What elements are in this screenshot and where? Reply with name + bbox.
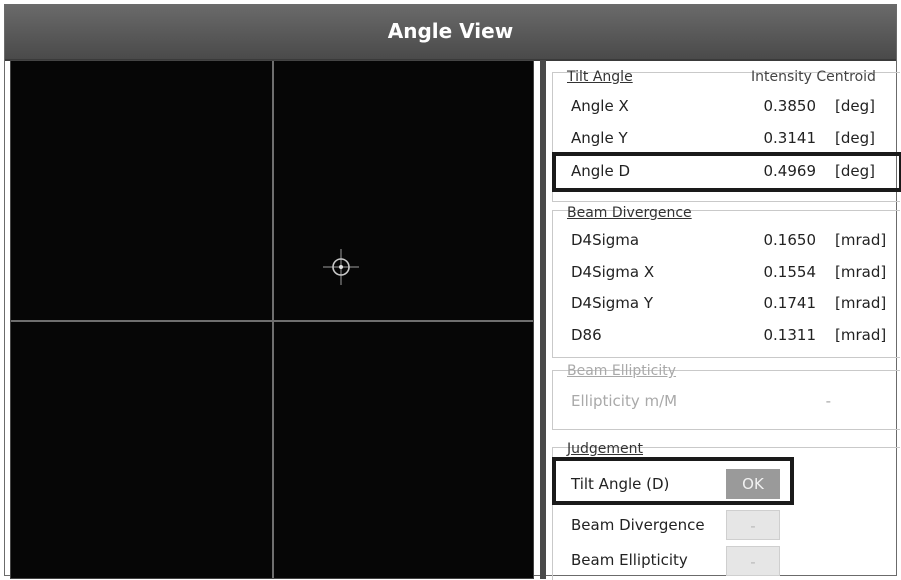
d4sigma-y-value: 0.1741: [763, 294, 817, 312]
centroid-marker-icon: [323, 249, 359, 285]
ellipticity-row: Ellipticity m/M -: [571, 389, 901, 413]
tilt-angle-method: Intensity Centroid: [751, 69, 876, 85]
beam-ellipticity-title: Beam Ellipticity: [567, 363, 677, 379]
beam-divergence-title: Beam Divergence: [567, 205, 692, 221]
angle-x-row: Angle X 0.3850 [deg]: [571, 94, 901, 118]
judgement-divergence-label: Beam Divergence: [571, 516, 705, 534]
angle-y-value: 0.3141: [763, 129, 817, 147]
angle-y-row: Angle Y 0.3141 [deg]: [571, 126, 901, 150]
judgement-ellipticity-label: Beam Ellipticity: [571, 551, 688, 569]
beam-view-canvas[interactable]: [10, 60, 534, 579]
angle-view-window: Angle View Tilt Angle Intensity Centroid…: [4, 4, 901, 580]
window-title: Angle View: [387, 19, 514, 43]
d4sigma-label: D4Sigma: [571, 231, 640, 249]
d4sigma-x-row: D4Sigma X 0.1554 [mrad]: [571, 260, 901, 284]
beam-ellipticity-result-button[interactable]: -: [726, 546, 780, 576]
results-panel: Tilt Angle Intensity Centroid Angle X 0.…: [547, 60, 901, 580]
d4sigma-unit: [mrad]: [835, 231, 887, 249]
d86-label: D86: [571, 326, 602, 344]
d86-row: D86 0.1311 [mrad]: [571, 323, 901, 347]
d4sigma-x-unit: [mrad]: [835, 263, 887, 281]
angle-x-value: 0.3850: [763, 97, 817, 115]
angle-x-unit: [deg]: [835, 97, 875, 115]
tilt-angle-judgement-highlight-box: [552, 457, 794, 505]
d4sigma-value: 0.1650: [763, 231, 817, 249]
ellipticity-value: -: [825, 392, 831, 410]
beam-divergence-group: Beam Divergence D4Sigma 0.1650 [mrad] D4…: [552, 205, 901, 358]
d4sigma-y-row: D4Sigma Y 0.1741 [mrad]: [571, 291, 901, 315]
d4sigma-y-unit: [mrad]: [835, 294, 887, 312]
tilt-angle-title: Tilt Angle: [567, 69, 633, 85]
angle-y-label: Angle Y: [571, 129, 628, 147]
beam-divergence-result-button[interactable]: -: [726, 510, 780, 540]
d4sigma-x-value: 0.1554: [763, 263, 817, 281]
beam-ellipticity-group: Beam Ellipticity Ellipticity m/M -: [552, 363, 901, 430]
d86-unit: [mrad]: [835, 326, 887, 344]
d4sigma-y-label: D4Sigma Y: [571, 294, 654, 312]
title-bar: Angle View: [5, 5, 896, 61]
judgement-title: Judgement: [567, 441, 644, 457]
d4sigma-x-label: D4Sigma X: [571, 263, 655, 281]
d86-value: 0.1311: [763, 326, 817, 344]
crosshair-horizontal-line: [11, 320, 533, 322]
angle-d-highlight-box: [552, 152, 901, 192]
panel-splitter[interactable]: [540, 60, 546, 579]
angle-x-label: Angle X: [571, 97, 629, 115]
d4sigma-row: D4Sigma 0.1650 [mrad]: [571, 228, 901, 252]
angle-y-unit: [deg]: [835, 129, 875, 147]
ellipticity-label: Ellipticity m/M: [571, 392, 678, 410]
